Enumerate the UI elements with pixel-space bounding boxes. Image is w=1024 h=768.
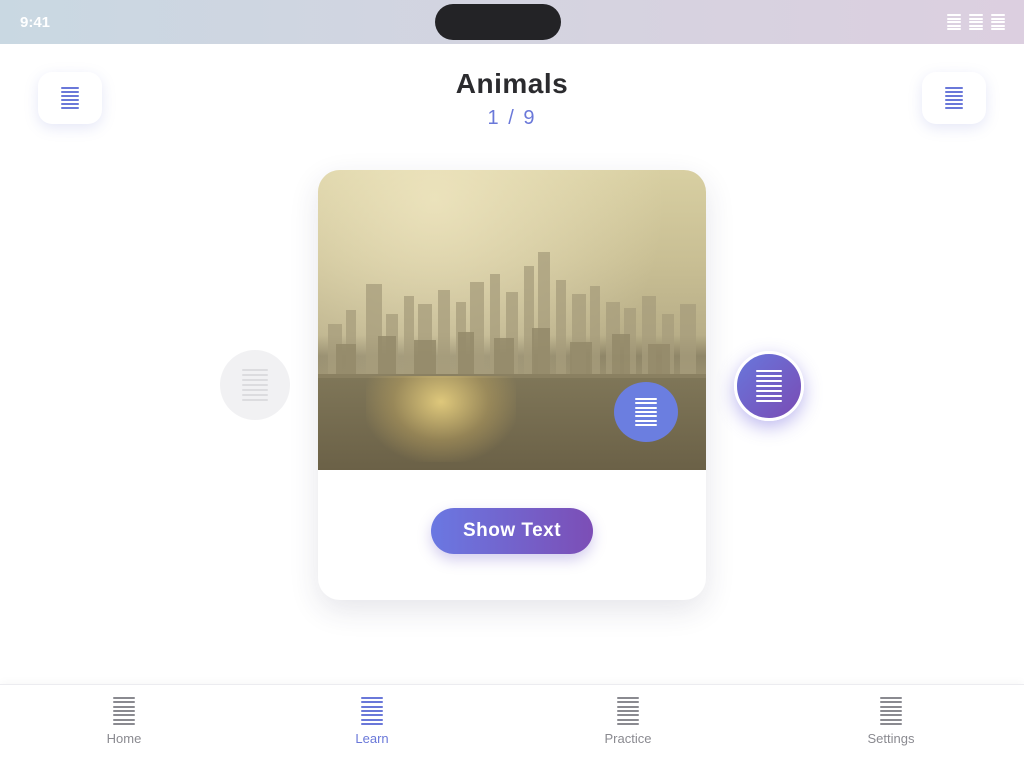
battery-icon <box>990 12 1006 32</box>
options-icon <box>945 87 963 109</box>
previous-card-button[interactable] <box>220 350 290 420</box>
book-icon <box>361 697 383 725</box>
tab-practice[interactable]: Practice <box>568 697 688 746</box>
tab-settings-label: Settings <box>867 731 915 746</box>
options-button[interactable] <box>922 72 986 124</box>
speaker-icon <box>635 398 657 426</box>
home-icon <box>113 697 135 725</box>
status-bar: 9:41 <box>0 0 1024 44</box>
gear-icon <box>880 697 902 725</box>
next-card-button[interactable] <box>734 351 804 421</box>
wifi-icon <box>968 12 984 32</box>
flashcard[interactable]: Show Text <box>318 170 706 600</box>
status-time: 9:41 <box>20 14 51 31</box>
card-progress: 1 / 9 <box>487 107 537 129</box>
sun-glare <box>366 376 516 462</box>
tab-settings[interactable]: Settings <box>831 697 951 746</box>
chevron-right-icon <box>756 370 782 402</box>
play-audio-button[interactable] <box>614 382 678 442</box>
city-skyline <box>328 252 696 384</box>
tab-practice-label: Practice <box>604 731 652 746</box>
card-image <box>318 170 706 470</box>
tab-learn-label: Learn <box>355 731 389 746</box>
bottom-navigation: Home Learn Practice Settings <box>0 684 1024 768</box>
status-icons <box>946 12 1006 32</box>
page-title: Animals <box>455 68 569 99</box>
tab-home[interactable]: Home <box>64 697 184 746</box>
practice-icon <box>617 697 639 725</box>
signal-icon <box>946 12 962 32</box>
tab-home-label: Home <box>106 731 142 746</box>
chevron-left-icon <box>242 369 268 401</box>
show-text-button[interactable]: Show Text <box>431 508 593 554</box>
tab-learn[interactable]: Learn <box>312 697 432 746</box>
camera-notch <box>435 4 561 40</box>
